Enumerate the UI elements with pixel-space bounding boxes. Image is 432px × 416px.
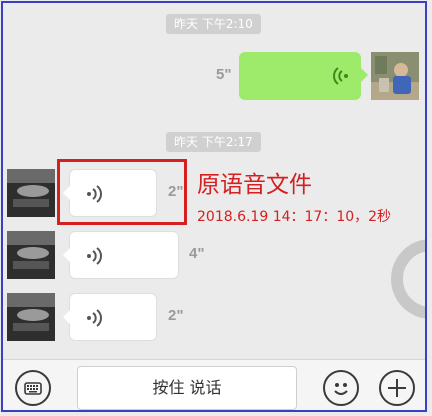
loading-ring (391, 239, 425, 319)
received-voice-bubble[interactable] (63, 293, 157, 341)
annotation-subtitle: 2018.6.19 14：17：10，2秒 (197, 209, 392, 225)
voice-wave-icon (87, 247, 102, 265)
keyboard-icon[interactable] (15, 370, 51, 406)
my-avatar[interactable] (371, 52, 419, 100)
contact-avatar[interactable] (7, 293, 55, 341)
emoji-icon[interactable] (323, 370, 359, 406)
contact-avatar[interactable] (7, 231, 55, 279)
voice-wave-icon (333, 67, 348, 85)
annotation-highlight-box (57, 159, 187, 225)
input-toolbar: 按住 说话 (3, 359, 425, 410)
plus-icon[interactable] (379, 370, 415, 406)
voice-duration: 4" (189, 245, 205, 262)
sent-voice-bubble[interactable] (239, 52, 368, 100)
timestamp: 昨天 下午2:17 (166, 132, 261, 152)
timestamp: 昨天 下午2:10 (166, 14, 261, 34)
chat-screen: 昨天 下午2:10 5" 昨天 下午2:17 2" 原语音文件 2018.6.1… (1, 1, 427, 412)
voice-duration: 2" (168, 307, 184, 324)
contact-avatar[interactable] (7, 169, 55, 217)
voice-duration: 5" (216, 66, 232, 83)
annotation-title: 原语音文件 (197, 172, 312, 198)
hold-to-talk-button[interactable]: 按住 说话 (77, 366, 297, 410)
voice-wave-icon (87, 309, 102, 327)
received-voice-bubble[interactable] (63, 231, 179, 279)
